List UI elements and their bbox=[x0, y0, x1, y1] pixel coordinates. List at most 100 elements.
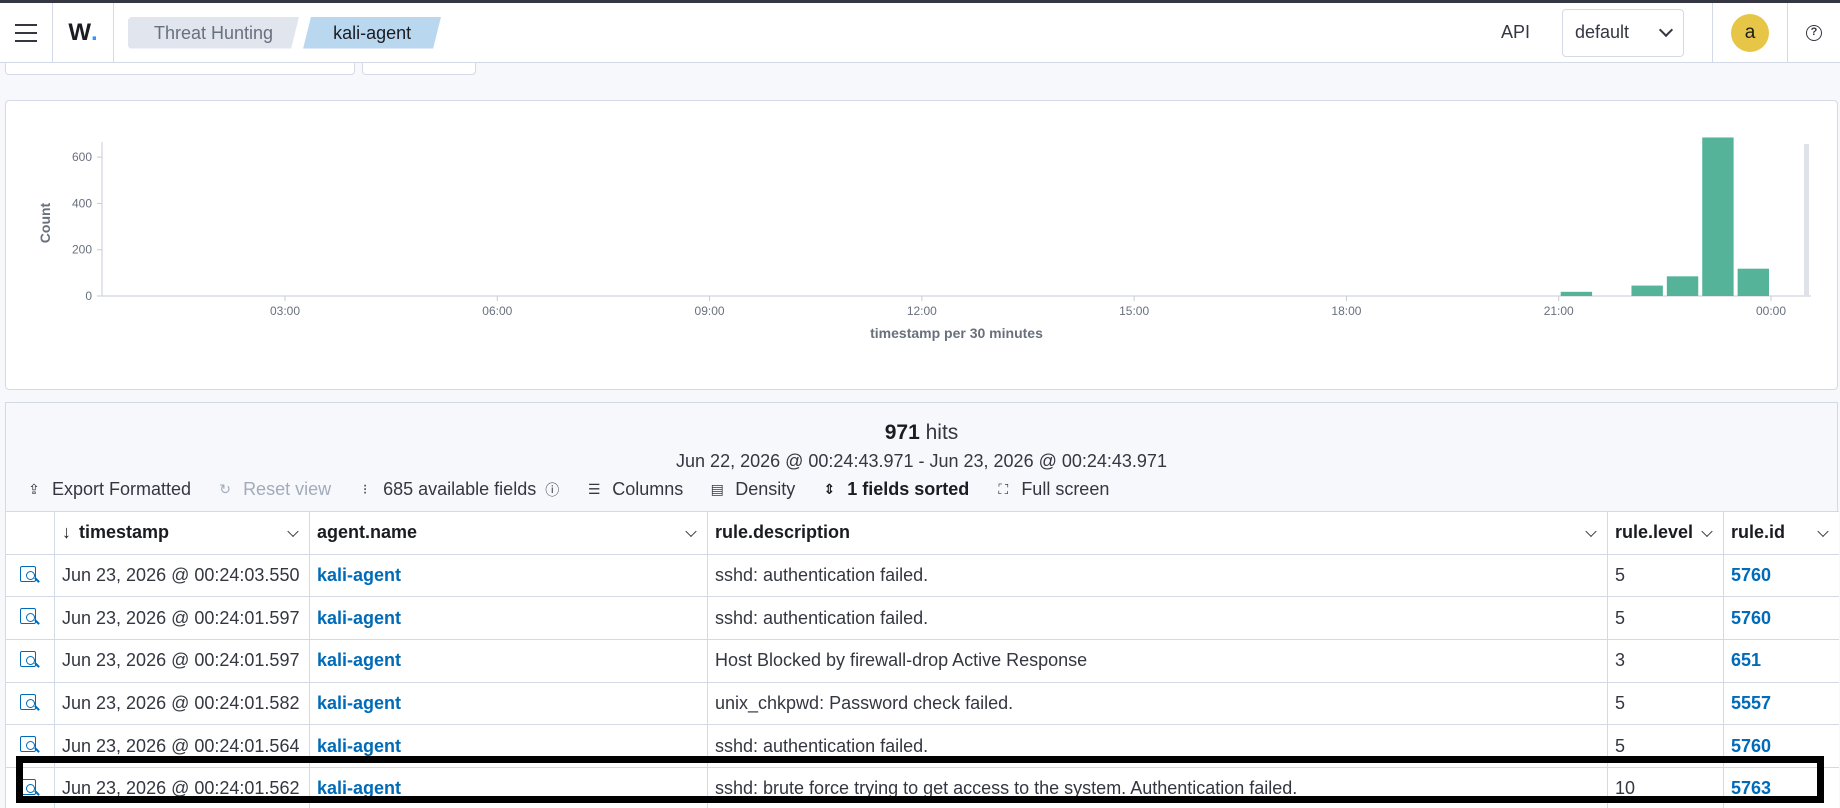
histogram-bar bbox=[1737, 268, 1769, 296]
x-tick-label: 09:00 bbox=[695, 304, 725, 318]
column-header-rule-description[interactable]: rule.description bbox=[708, 512, 1608, 554]
rule-id-link[interactable]: 5760 bbox=[1731, 736, 1771, 757]
inspect-cell bbox=[6, 682, 55, 725]
app-header: W. Threat Hunting kali-agent API default… bbox=[0, 2, 1840, 63]
cell-rule-description: sshd: authentication failed. bbox=[708, 554, 1608, 597]
agent-link[interactable]: kali-agent bbox=[317, 565, 401, 586]
full-screen-button[interactable]: ⛶ Full screen bbox=[995, 479, 1109, 500]
date-picker-partial[interactable] bbox=[362, 63, 476, 75]
help-button[interactable]: ? bbox=[1788, 3, 1840, 63]
columns-button[interactable]: ☰ Columns bbox=[586, 479, 683, 500]
rule-id-link[interactable]: 5760 bbox=[1731, 608, 1771, 629]
density-button[interactable]: ▤ Density bbox=[709, 479, 796, 500]
avatar[interactable]: a bbox=[1731, 13, 1769, 52]
cell-rule-id: 5763 bbox=[1724, 768, 1839, 808]
y-tick-label: 600 bbox=[72, 150, 92, 164]
rule-id-link[interactable]: 5557 bbox=[1731, 693, 1771, 714]
info-icon: ⓘ bbox=[545, 481, 560, 498]
tenant-value: default bbox=[1575, 22, 1630, 42]
x-tick-label: 00:00 bbox=[1756, 304, 1786, 318]
available-fields-button[interactable]: ⁝ 685 available fields ⓘ bbox=[357, 479, 560, 500]
fullscreen-icon: ⛶ bbox=[998, 481, 1009, 497]
cell-agent-name: kali-agent bbox=[310, 682, 708, 725]
results-panel: 971 hits Jun 22, 2026 @ 00:24:43.971 - J… bbox=[5, 402, 1839, 808]
inspect-cell bbox=[6, 768, 55, 808]
grid-toolbar: ⇪ Export Formatted ↻ Reset view ⁝ 685 avail… bbox=[26, 479, 1135, 500]
cell-rule-description: sshd: authentication failed. bbox=[708, 597, 1608, 640]
cell-agent-name: kali-agent bbox=[310, 554, 708, 597]
rule-id-link[interactable]: 5760 bbox=[1731, 565, 1771, 586]
inspect-document-icon[interactable] bbox=[20, 736, 40, 756]
column-header-agent-name[interactable]: agent.name bbox=[310, 512, 708, 554]
cell-rule-id: 5557 bbox=[1724, 683, 1839, 725]
cell-rule-description: sshd: authentication failed. bbox=[708, 725, 1608, 768]
table-row: Jun 23, 2026 @ 00:24:01.597 kali-agent ssh… bbox=[6, 597, 1839, 641]
cell-rule-level: 5 bbox=[1608, 597, 1724, 640]
x-tick-label: 12:00 bbox=[907, 304, 937, 318]
rule-id-link[interactable]: 651 bbox=[1731, 650, 1761, 671]
cell-rule-description: Host Blocked by firewall-drop Active Res… bbox=[708, 640, 1608, 682]
fields-icon: ⁝ bbox=[362, 481, 368, 497]
column-header-rule-id[interactable]: rule.id bbox=[1724, 512, 1839, 554]
histogram-panel: 0 200 400 600 03:00 06:00 09:00 12:00 15:00 18:00… bbox=[5, 100, 1838, 390]
column-header-rule-level[interactable]: rule.level bbox=[1608, 512, 1724, 554]
x-tick-label: 15:00 bbox=[1119, 304, 1149, 318]
hamburger-icon bbox=[15, 21, 37, 45]
current-interval-marker bbox=[1804, 144, 1809, 296]
cell-rule-level: 3 bbox=[1608, 640, 1724, 682]
cell-timestamp: Jun 23, 2026 @ 00:24:01.562 bbox=[55, 768, 310, 808]
cell-rule-level: 5 bbox=[1608, 725, 1724, 768]
agent-link[interactable]: kali-agent bbox=[317, 693, 401, 714]
inspect-document-icon[interactable] bbox=[20, 608, 40, 628]
agent-link[interactable]: kali-agent bbox=[317, 650, 401, 671]
table-row: Jun 23, 2026 @ 00:24:01.597 kali-agent Hos… bbox=[6, 640, 1839, 683]
export-icon: ⇪ bbox=[28, 481, 40, 497]
api-link[interactable]: API bbox=[1501, 22, 1530, 43]
inspect-document-icon[interactable] bbox=[20, 650, 40, 671]
x-tick-label: 18:00 bbox=[1331, 304, 1361, 318]
histogram-bar bbox=[1702, 137, 1734, 296]
inspect-cell bbox=[6, 597, 55, 640]
reset-view-button[interactable]: ↻ Reset view bbox=[217, 479, 331, 500]
help-icon: ? bbox=[1806, 24, 1822, 41]
histogram-bar bbox=[1666, 276, 1699, 296]
cell-rule-id: 5760 bbox=[1724, 555, 1839, 597]
menu-button[interactable] bbox=[0, 3, 52, 63]
chevron-down-icon[interactable] bbox=[1701, 525, 1713, 537]
agent-link[interactable]: kali-agent bbox=[317, 608, 401, 629]
histogram-bar bbox=[1631, 285, 1663, 296]
chevron-down-icon[interactable] bbox=[1585, 525, 1597, 537]
breadcrumb-kali-agent[interactable]: kali-agent bbox=[303, 17, 441, 49]
breadcrumb-threat-hunting[interactable]: Threat Hunting bbox=[128, 17, 299, 49]
chevron-down-icon[interactable] bbox=[287, 525, 299, 537]
x-tick-label: 21:00 bbox=[1544, 304, 1574, 318]
table-row: Jun 23, 2026 @ 00:24:01.564 kali-agent ssh… bbox=[6, 725, 1839, 769]
cell-rule-id: 651 bbox=[1724, 640, 1839, 682]
inspect-document-icon[interactable] bbox=[20, 778, 40, 799]
chevron-down-icon[interactable] bbox=[1817, 525, 1829, 537]
chevron-down-icon[interactable] bbox=[685, 525, 697, 537]
cell-timestamp: Jun 23, 2026 @ 00:24:01.597 bbox=[55, 597, 310, 640]
sort-descending-icon[interactable]: ↓ bbox=[62, 522, 71, 543]
app-logo[interactable]: W. bbox=[53, 3, 113, 63]
cell-agent-name: kali-agent bbox=[310, 768, 708, 808]
tenant-selector[interactable]: default bbox=[1562, 8, 1684, 57]
rule-id-link[interactable]: 5763 bbox=[1731, 778, 1771, 799]
inspect-document-icon[interactable] bbox=[20, 693, 40, 714]
chevron-down-icon bbox=[1658, 22, 1674, 37]
cell-timestamp: Jun 23, 2026 @ 00:24:01.582 bbox=[55, 682, 310, 725]
agent-link[interactable]: kali-agent bbox=[317, 778, 401, 799]
inspect-cell bbox=[6, 725, 55, 768]
histogram-bar bbox=[1560, 291, 1593, 296]
cell-rule-id: 5760 bbox=[1724, 597, 1839, 639]
inspect-document-icon[interactable] bbox=[20, 565, 40, 586]
export-formatted-button[interactable]: ⇪ Export Formatted bbox=[26, 479, 191, 500]
agent-link[interactable]: kali-agent bbox=[317, 736, 401, 757]
histogram-chart: 0 200 400 600 03:00 06:00 09:00 12:00 15:00 18:00… bbox=[37, 137, 1811, 341]
query-input-partial[interactable] bbox=[5, 63, 355, 75]
x-tick-label: 03:00 bbox=[270, 304, 300, 318]
sort-fields-button[interactable]: ⇕ 1 fields sorted bbox=[821, 479, 969, 500]
breadcrumb: Threat Hunting kali-agent bbox=[128, 17, 441, 49]
x-axis-title: timestamp per 30 minutes bbox=[870, 325, 1043, 341]
column-header-timestamp[interactable]: ↓ timestamp bbox=[55, 512, 310, 554]
